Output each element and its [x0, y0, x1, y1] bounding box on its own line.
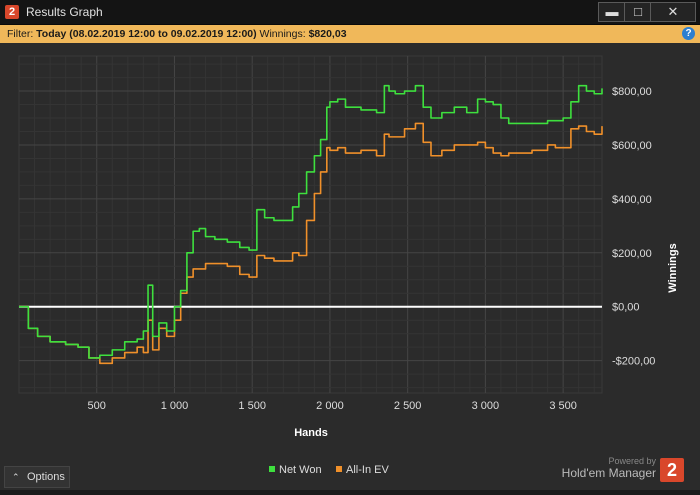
x-tick-label: 1 500 [238, 400, 266, 412]
x-tick-label: 2 500 [394, 400, 422, 412]
legend-label-net-won: Net Won [279, 464, 322, 476]
y-tick-label: $0,00 [612, 302, 640, 314]
x-tick-label: 3 000 [472, 400, 500, 412]
y-tick-label: $600,00 [612, 140, 652, 152]
help-icon[interactable]: ? [682, 27, 695, 40]
x-tick-label: 2 000 [316, 400, 344, 412]
brand-name: Hold'em Manager [561, 466, 656, 480]
options-button[interactable]: ⌃ Options [4, 466, 70, 488]
x-tick-label: 500 [88, 400, 106, 412]
chevron-up-icon: ⌃ [12, 472, 20, 482]
minimize-button[interactable]: ▬ [598, 2, 626, 22]
y-tick-label: -$200,00 [612, 356, 655, 368]
legend-swatch-net-won [269, 466, 275, 472]
maximize-button[interactable]: □ [624, 2, 652, 22]
legend: Net Won All-In EV [269, 464, 389, 476]
filter-prefix: Filter: [7, 28, 34, 40]
chart-area: 500 1 000 1 500 2 000 2 500 3 000 3 500 -$200,0… [0, 43, 700, 490]
legend-label-all-in-ev: All-In EV [346, 464, 389, 476]
filter-text: Filter: Today (08.02.2019 12:00 to 09.02… [7, 28, 347, 40]
x-axis-label: Hands [294, 427, 328, 439]
plot-frame [18, 55, 603, 394]
title-bar: 2 Results Graph ▬ □ ✕ [0, 0, 700, 25]
winnings-label: Winnings: [259, 28, 306, 40]
legend-swatch-all-in-ev [336, 466, 342, 472]
window-title: Results Graph [26, 5, 103, 19]
results-chart: 500 1 000 1 500 2 000 2 500 3 000 3 500 -$200,0… [18, 55, 679, 476]
x-tick-label: 1 000 [161, 400, 189, 412]
app-logo-icon: 2 [5, 5, 19, 19]
y-axis-label: Winnings [667, 243, 679, 292]
y-tick-label: $400,00 [612, 194, 652, 206]
x-tick-label: 3 500 [549, 400, 577, 412]
winnings-value: $820,03 [308, 28, 347, 40]
filter-value: Today (08.02.2019 12:00 to 09.02.2019 12… [36, 28, 257, 40]
close-button[interactable]: ✕ [650, 2, 696, 22]
brand-logo-icon: 2 [660, 458, 684, 482]
y-tick-label: $800,00 [612, 86, 652, 98]
options-label: Options [27, 471, 65, 483]
filter-bar: Filter: Today (08.02.2019 12:00 to 09.02… [0, 25, 700, 43]
y-tick-label: $200,00 [612, 248, 652, 260]
powered-by-text: Powered by [608, 456, 656, 466]
